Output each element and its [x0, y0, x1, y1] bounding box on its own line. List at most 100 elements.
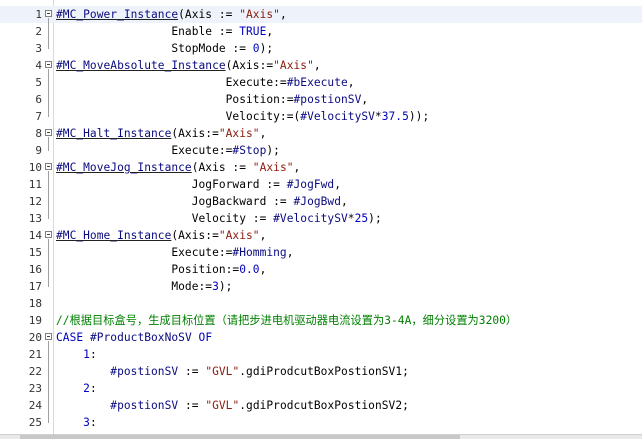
code-text: Mode:=3);: [56, 278, 232, 295]
code-token: #VelocitySV: [300, 110, 375, 123]
code-line[interactable]: 17 Mode:=3);: [0, 278, 642, 295]
code-text: Velocity:=(#VelocitySV*37.5));: [56, 108, 430, 125]
line-number: 3: [35, 42, 42, 55]
line-number: 5: [35, 76, 42, 89]
line-number: 21: [28, 348, 42, 361]
code-token: Velocity :=: [56, 212, 274, 225]
code-line[interactable]: 14 #MC_Home_Instance(Axis:="Axis",: [0, 227, 642, 244]
code-line[interactable]: 15 Execute:=#Homming,: [0, 244, 642, 261]
code-token: Mode:=: [56, 280, 213, 293]
code-line[interactable]: 16 Position:=0.0,: [0, 261, 642, 278]
line-number: 4: [35, 59, 42, 72]
code-token: #postionSV: [110, 399, 179, 412]
code-token: 1: [83, 348, 90, 361]
code-text: Execute:=#bExecute,: [56, 74, 355, 91]
code-token: );: [368, 212, 382, 225]
line-number: 1: [35, 8, 42, 21]
code-line[interactable]: 18: [0, 295, 642, 312]
code-token: 3: [83, 416, 90, 429]
code-token: #bExecute: [286, 76, 348, 89]
fold-collapse-icon[interactable]: [45, 163, 52, 170]
code-token: Execute:=: [56, 144, 233, 157]
code-token: (Axis:=: [171, 229, 219, 242]
code-line[interactable]: 8 #MC_Halt_Instance(Axis:="Axis",: [0, 125, 642, 142]
code-token: 3: [212, 280, 219, 293]
code-token: *: [374, 110, 382, 123]
code-line[interactable]: 19 //根据目标盒号，生成目标位置（请把步进电机驱动器电流设置为3-4A，细分设…: [0, 312, 642, 329]
code-token: :: [89, 416, 97, 429]
fold-collapse-icon[interactable]: [45, 61, 52, 68]
code-line[interactable]: 3 StopMode := 0);: [0, 40, 642, 57]
code-line[interactable]: 9 Execute:=#Stop);: [0, 142, 642, 159]
code-token: 2: [83, 382, 90, 395]
code-line[interactable]: 23 2:: [0, 380, 642, 397]
code-line[interactable]: 13 Velocity := #VelocitySV*25);: [0, 210, 642, 227]
code-line[interactable]: 1 #MC_Power_Instance(Axis := "Axis",: [0, 6, 642, 23]
code-token: ,: [341, 195, 348, 208]
line-number: 19: [28, 314, 42, 327]
line-number: 17: [28, 280, 42, 293]
code-line[interactable]: 11 JogForward := #JogFwd,: [0, 176, 642, 193]
code-editor[interactable]: 1 #MC_Power_Instance(Axis := "Axis", 2 Ena…: [0, 0, 642, 434]
code-line[interactable]: 10 #MC_MoveJog_Instance(Axis := "Axis",: [0, 159, 642, 176]
code-token: :: [89, 348, 97, 361]
code-token: ,: [259, 263, 267, 276]
code-token: #MC_Home_Instance: [56, 229, 172, 242]
line-number: 10: [28, 161, 42, 174]
line-number: 24: [28, 399, 42, 412]
code-token: #postionSV: [293, 93, 362, 106]
code-line[interactable]: 25 3:: [0, 414, 642, 431]
fold-collapse-icon[interactable]: [45, 10, 52, 17]
code-token: );: [266, 144, 280, 157]
code-line[interactable]: 4 #MC_MoveAbsolute_Instance(Axis:="Axis",: [0, 57, 642, 74]
code-text: Velocity := #VelocitySV*25);: [56, 210, 382, 227]
code-text: Execute:=#Homming,: [56, 244, 294, 261]
line-number: 2: [35, 25, 42, 38]
fold-collapse-icon[interactable]: [45, 231, 52, 238]
code-token: :=: [178, 399, 206, 412]
code-line[interactable]: 21 1:: [0, 346, 642, 363]
code-token: 37.5: [381, 110, 409, 123]
code-token: Enable :=: [56, 25, 240, 38]
code-line[interactable]: 20 CASE #ProductBoxNoSV OF: [0, 329, 642, 346]
code-token: "GVL": [205, 399, 240, 412]
fold-collapse-icon[interactable]: [45, 129, 52, 136]
code-line[interactable]: 7 Velocity:=(#VelocitySV*37.5));: [0, 108, 642, 125]
code-token: (Axis:=: [171, 127, 219, 140]
code-line[interactable]: 5 Execute:=#bExecute,: [0, 74, 642, 91]
fold-guide: [48, 137, 49, 151]
code-text: JogBackward := #JogBwd,: [56, 193, 348, 210]
code-token: Position:=: [56, 93, 294, 106]
code-line[interactable]: 12 JogBackward := #JogBwd,: [0, 193, 642, 210]
code-token: ,: [279, 8, 287, 21]
code-text: 1:: [56, 346, 97, 363]
code-line[interactable]: 24 #postionSV := "GVL".gdiProdcutBoxPost…: [0, 397, 642, 414]
fold-guide: [48, 69, 49, 117]
line-number: 9: [35, 144, 42, 157]
code-token: Execute:=: [56, 246, 233, 259]
fold-guide: [48, 171, 49, 219]
code-token: "Axis": [218, 127, 260, 140]
code-token: #MC_Halt_Instance: [56, 127, 172, 140]
code-token: *: [347, 212, 355, 225]
code-token: ,: [334, 178, 342, 191]
code-token: "Axis": [218, 229, 260, 242]
code-token: Position:=: [56, 263, 240, 276]
fold-guide: [48, 18, 49, 49]
code-line[interactable]: 6 Position:=#postionSV,: [0, 91, 642, 108]
code-text: Position:=#postionSV,: [56, 91, 368, 108]
code-token: #Stop: [232, 144, 267, 157]
code-line[interactable]: 22 #postionSV := "GVL".gdiProdcutBoxPost…: [0, 363, 642, 380]
fold-collapse-icon[interactable]: [45, 333, 52, 340]
horizontal-scrollbar[interactable]: [0, 434, 642, 439]
code-token: ));: [408, 110, 430, 123]
code-token: #VelocitySV: [273, 212, 348, 225]
horizontal-scrollbar-thumb[interactable]: [20, 435, 460, 439]
code-token: 25: [354, 212, 369, 225]
code-line[interactable]: 2 Enable := TRUE,: [0, 23, 642, 40]
